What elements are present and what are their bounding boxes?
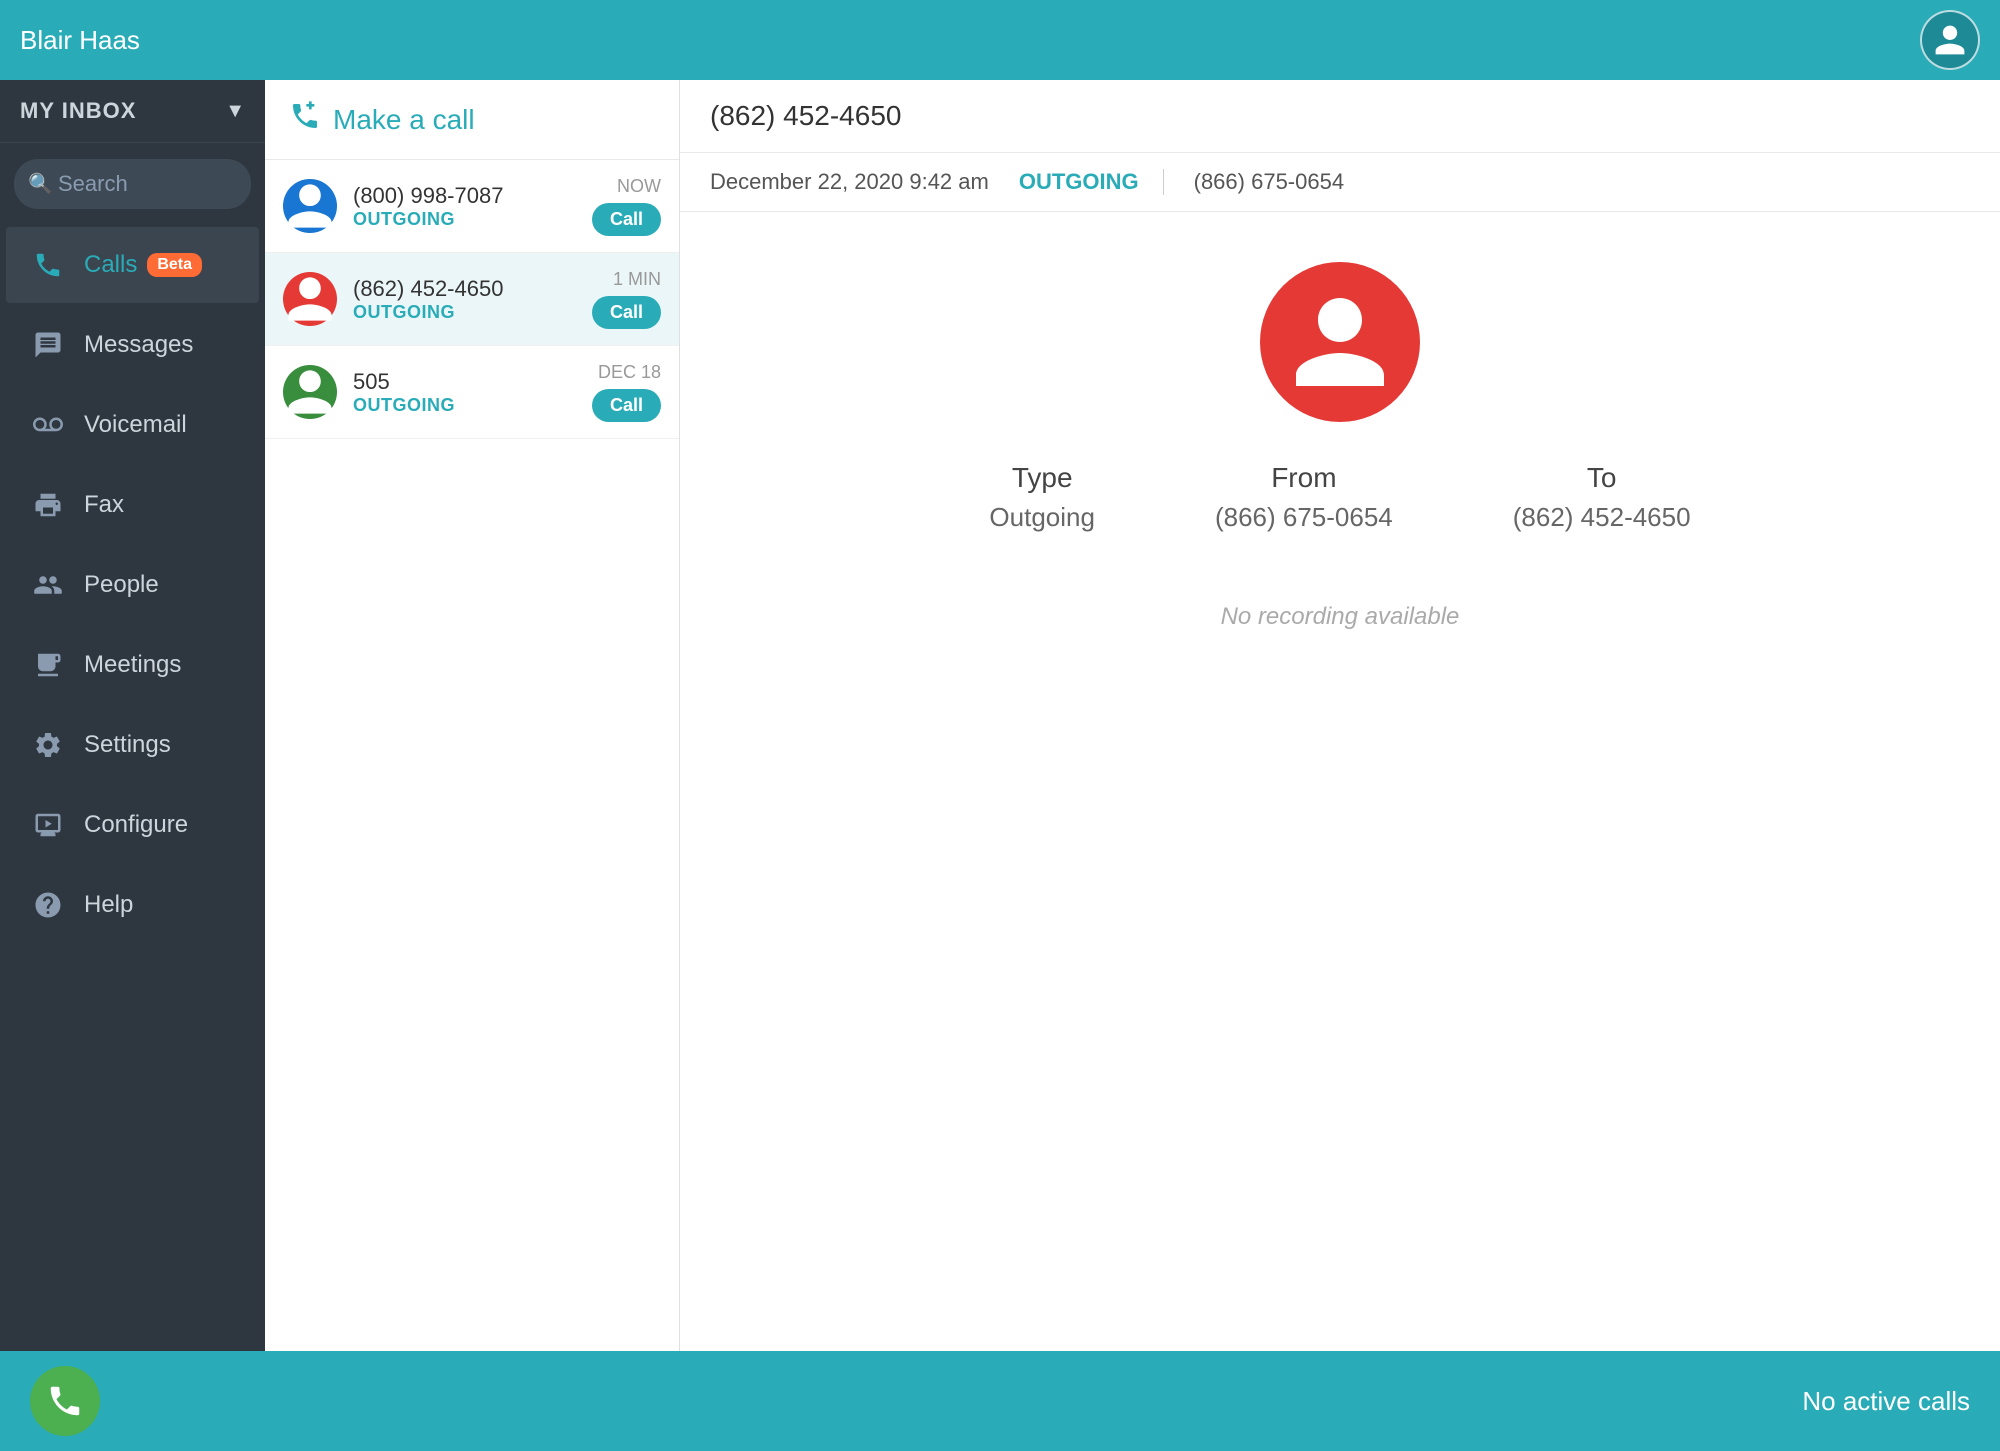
detail-phone-main: (862) 452-4650	[710, 100, 901, 131]
people-label: People	[84, 571, 159, 599]
inbox-label: MY INBOX	[20, 98, 136, 124]
detail-avatar	[1260, 262, 1420, 422]
messages-label: Messages	[84, 331, 193, 359]
call-number-3: 505	[353, 369, 592, 395]
detail-info-row: Type Outgoing From (866) 675-0654 To (86…	[989, 462, 1690, 533]
call-number-2: (862) 452-4650	[353, 276, 592, 302]
call-list-panel: Make a call (800) 998-7087 OUTGOING NOW …	[265, 80, 680, 1351]
to-value: (862) 452-4650	[1513, 502, 1691, 533]
settings-label: Settings	[84, 731, 171, 759]
sidebar-item-voicemail[interactable]: Voicemail	[6, 387, 259, 463]
settings-icon	[26, 723, 70, 767]
call-direction-2: OUTGOING	[353, 302, 592, 323]
help-icon	[26, 883, 70, 927]
detail-to-col: To (862) 452-4650	[1513, 462, 1691, 533]
meetings-icon	[26, 643, 70, 687]
top-bar: Blair Haas	[0, 0, 2000, 80]
messages-icon	[26, 323, 70, 367]
call-info-2: (862) 452-4650 OUTGOING	[353, 276, 592, 323]
detail-body: Type Outgoing From (866) 675-0654 To (86…	[680, 212, 2000, 1351]
search-icon: 🔍	[28, 172, 53, 197]
call-item-2[interactable]: (862) 452-4650 OUTGOING 1 MIN Call	[265, 253, 679, 346]
call-info-1: (800) 998-7087 OUTGOING	[353, 183, 592, 230]
detail-from-col: From (866) 675-0654	[1215, 462, 1393, 533]
call-button-2[interactable]: Call	[592, 296, 661, 329]
no-recording: No recording available	[1221, 603, 1460, 631]
sidebar: MY INBOX ▼ 🔍 Calls Beta Messages	[0, 80, 265, 1351]
call-info-3: 505 OUTGOING	[353, 369, 592, 416]
inbox-header[interactable]: MY INBOX ▼	[0, 80, 265, 143]
type-label: Type	[1012, 462, 1073, 494]
no-active-calls-section: No active calls	[1802, 1386, 1970, 1417]
calls-icon	[26, 243, 70, 287]
sidebar-item-messages[interactable]: Messages	[6, 307, 259, 383]
detail-header-top: (862) 452-4650	[680, 80, 2000, 153]
configure-icon	[26, 803, 70, 847]
call-button-3[interactable]: Call	[592, 389, 661, 422]
call-time-3: DEC 18	[598, 362, 661, 383]
sidebar-item-fax[interactable]: Fax	[6, 467, 259, 543]
search-box: 🔍	[14, 159, 251, 209]
inbox-dropdown-icon[interactable]: ▼	[225, 100, 245, 123]
call-avatar-1	[283, 179, 337, 233]
make-call-icon	[289, 100, 321, 139]
user-avatar-icon	[1932, 22, 1968, 58]
fax-label: Fax	[84, 491, 124, 519]
sidebar-item-settings[interactable]: Settings	[6, 707, 259, 783]
make-call-header[interactable]: Make a call	[265, 80, 679, 160]
sidebar-item-calls[interactable]: Calls Beta	[6, 227, 259, 303]
voicemail-label: Voicemail	[84, 411, 187, 439]
detail-panel: (862) 452-4650 December 22, 2020 9:42 am…	[680, 80, 2000, 1351]
bottom-bar: No active calls	[0, 1351, 2000, 1451]
detail-header-sub: December 22, 2020 9:42 am OUTGOING (866)…	[680, 153, 2000, 212]
sidebar-item-meetings[interactable]: Meetings	[6, 627, 259, 703]
from-label: From	[1271, 462, 1336, 494]
call-number-1: (800) 998-7087	[353, 183, 592, 209]
voicemail-icon	[26, 403, 70, 447]
call-avatar-3	[283, 365, 337, 419]
app-container: Blair Haas MY INBOX ▼ 🔍	[0, 0, 2000, 1451]
no-active-calls-label: No active calls	[1802, 1386, 1970, 1416]
call-meta-1: NOW Call	[592, 176, 661, 236]
type-value: Outgoing	[989, 502, 1095, 533]
call-item-3[interactable]: 505 OUTGOING DEC 18 Call	[265, 346, 679, 439]
from-value: (866) 675-0654	[1215, 502, 1393, 533]
user-name: Blair Haas	[20, 25, 1920, 56]
detail-date: December 22, 2020 9:42 am	[710, 169, 989, 195]
make-call-label: Make a call	[333, 104, 475, 136]
avatar[interactable]	[1920, 10, 1980, 70]
call-time-1: NOW	[617, 176, 661, 197]
calls-label: Calls	[84, 251, 137, 279]
call-meta-3: DEC 18 Call	[592, 362, 661, 422]
configure-label: Configure	[84, 811, 188, 839]
call-meta-2: 1 MIN Call	[592, 269, 661, 329]
people-icon	[26, 563, 70, 607]
call-avatar-2	[283, 272, 337, 326]
to-label: To	[1587, 462, 1617, 494]
call-item-1[interactable]: (800) 998-7087 OUTGOING NOW Call	[265, 160, 679, 253]
call-time-2: 1 MIN	[613, 269, 661, 290]
meetings-label: Meetings	[84, 651, 181, 679]
beta-badge: Beta	[147, 253, 202, 277]
help-label: Help	[84, 891, 133, 919]
fax-icon	[26, 483, 70, 527]
call-direction-1: OUTGOING	[353, 209, 592, 230]
detail-from-number: (866) 675-0654	[1194, 169, 1344, 195]
phone-button[interactable]	[30, 1366, 100, 1436]
outgoing-badge: OUTGOING	[1019, 169, 1164, 195]
sidebar-item-people[interactable]: People	[6, 547, 259, 623]
sidebar-item-configure[interactable]: Configure	[6, 787, 259, 863]
detail-type-col: Type Outgoing	[989, 462, 1095, 533]
main-layout: MY INBOX ▼ 🔍 Calls Beta Messages	[0, 80, 2000, 1351]
call-direction-3: OUTGOING	[353, 395, 592, 416]
sidebar-item-help[interactable]: Help	[6, 867, 259, 943]
call-button-1[interactable]: Call	[592, 203, 661, 236]
